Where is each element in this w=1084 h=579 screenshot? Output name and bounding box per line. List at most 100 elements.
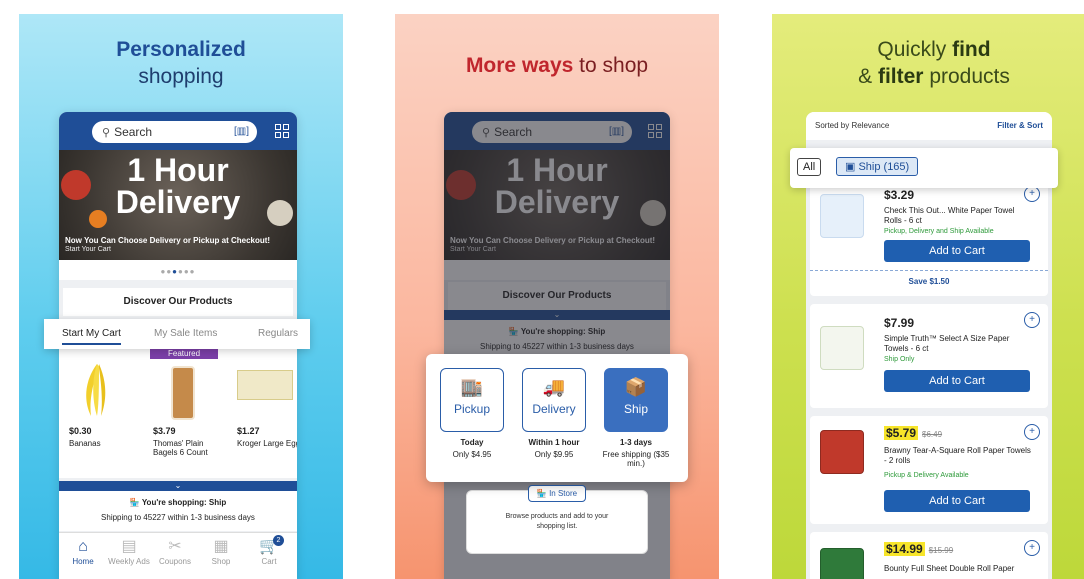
add-to-list-icon[interactable]: + (1024, 312, 1040, 328)
product-price: $3.79 (153, 426, 176, 436)
add-to-list-icon[interactable]: + (1024, 186, 1040, 202)
headline: Personalized shopping (19, 36, 343, 90)
filter-chip-all[interactable]: All (797, 158, 822, 176)
shipping-subtitle: Shipping to 45227 within 1-3 business da… (101, 513, 255, 522)
nav-label: Coupons (158, 557, 192, 566)
nav-label: Home (72, 557, 94, 566)
cart-icon: 🛒 (259, 538, 279, 555)
coupon-save[interactable]: Save $1.50 (810, 270, 1048, 286)
add-to-cart-button[interactable]: Add to Cart (884, 370, 1030, 392)
option-label: Pickup (453, 402, 491, 416)
pickup-icon: 🏬 (460, 377, 484, 397)
product-price: $1.27 (237, 426, 260, 436)
product-price: $5.79 (884, 426, 919, 440)
product-price: $7.99 (884, 316, 915, 330)
product-price: $0.30 (69, 426, 92, 436)
bottom-nav: ⌂ Home ▤ Weekly Ads ✂ Coupons ▦ Shop 🛒 2 Cart (59, 532, 297, 579)
banana-image[interactable] (77, 360, 117, 420)
hero-title-line1: 1 Hour (127, 152, 229, 188)
ship-option[interactable]: 📦 Ship (604, 368, 668, 432)
pickup-option[interactable]: 🏬 Pickup (440, 368, 504, 432)
headline-text: & (858, 65, 878, 88)
delivery-option[interactable]: 🚚 Delivery (522, 368, 586, 432)
product-card[interactable]: $14.99 $15.99 + Bounty Full Sheet Double … (810, 532, 1048, 579)
tab-my-sale-items[interactable]: My Sale Items (154, 328, 217, 339)
headline-rest: to shop (573, 54, 649, 77)
delivery-options-card: 🏬 Pickup 🚚 Delivery 📦 Ship Today Only $4.95 … (426, 354, 688, 482)
product-name: Simple Truth™ Select A Size Paper Towels… (884, 334, 1010, 353)
hero-banner[interactable]: 1 Hour Delivery Now You Can Choose Deliv… (59, 150, 297, 260)
product-name: Bananas (69, 439, 101, 448)
bagel-image[interactable] (171, 366, 195, 420)
hero-title: 1 Hour Delivery (59, 154, 297, 218)
product-card[interactable]: $3.29 + Check This Out... White Paper To… (810, 184, 1048, 296)
search-input[interactable]: ⚲Search [▥] (92, 121, 257, 143)
nav-home[interactable]: ⌂ Home (61, 537, 105, 566)
ship-box-icon: ▣ (845, 161, 859, 173)
add-to-list-icon[interactable]: + (1024, 540, 1040, 556)
tab-regulars[interactable]: Regulars (258, 328, 298, 339)
nav-cart[interactable]: 🛒 2 Cart (247, 535, 291, 566)
filter-chips-bar: All ▣ Ship (165) (790, 148, 1058, 188)
hero-cta[interactable]: Start Your Cart (65, 246, 111, 253)
eggs-image[interactable] (237, 370, 293, 400)
barcode-icon[interactable]: [▥] (234, 121, 249, 143)
product-card[interactable]: $0.30 Bananas (69, 426, 143, 448)
product-old-price: $15.99 (928, 546, 954, 555)
carousel-dots[interactable]: ●●●●●● (59, 267, 297, 276)
nav-coupons[interactable]: ✂ Coupons (153, 537, 197, 566)
headline: Quickly find & filter products (772, 36, 1084, 90)
availability: Pickup, Delivery and Ship Available (884, 228, 994, 235)
paper-towel-image (820, 326, 864, 370)
filter-sort-button[interactable]: Filter & Sort (997, 121, 1043, 130)
product-card[interactable]: $3.79 Thomas' Plain Bagels 6 Count (153, 426, 227, 457)
panel-personalized: Personalized shopping ⚲ Search [▥] 1 Hour… (19, 14, 343, 579)
product-card[interactable]: $7.99 + Simple Truth™ Select A Size Pape… (810, 304, 1048, 408)
filter-chip-ship[interactable]: ▣ Ship (165) (836, 157, 919, 176)
product-price: $3.29 (884, 188, 915, 202)
product-row: Featured $0.30 Bananas $3.79 Thomas' Pla… (59, 348, 297, 478)
discover-products[interactable]: Discover Our Products (63, 288, 293, 316)
headline-bold: Personalized (116, 38, 246, 61)
product-card[interactable]: $5.79 $6.49 + Brawny Tear-A-Square Roll P… (810, 416, 1048, 524)
bounty-image (820, 548, 864, 579)
delivery-truck-icon: 🚚 (542, 377, 566, 397)
option-when: 1-3 days (619, 438, 653, 447)
nav-label: Weekly Ads (108, 557, 150, 566)
product-name: Bounty Full Sheet Double Roll Paper (884, 564, 1015, 573)
add-to-cart-button[interactable]: Add to Cart (884, 240, 1030, 262)
cart-badge: 2 (273, 535, 284, 546)
hero-title-line2: Delivery (115, 184, 241, 220)
nav-label: Shop (211, 557, 231, 566)
in-store-label: In Store (549, 489, 578, 498)
product-name: Brawny Tear-A-Square Roll Paper Towels -… (884, 446, 1031, 465)
availability: Pickup & Delivery Available (884, 472, 969, 479)
shipping-title: You're shopping: Ship (141, 498, 227, 507)
product-name: Kroger Large Eggs (237, 439, 297, 448)
shipping-mode-box[interactable]: 🏪 You're shopping: Ship Shipping to 4522… (59, 491, 297, 531)
product-old-price: $6.49 (922, 430, 943, 439)
chevron-down-icon[interactable]: ⌄ (59, 481, 297, 491)
pickup-details: Today Only $4.95 (434, 438, 510, 459)
delivery-details: Within 1 hour Only $9.95 (516, 438, 592, 459)
add-to-list-icon[interactable]: + (1024, 424, 1040, 440)
product-card[interactable]: $1.27 Kroger Large Eggs (237, 426, 297, 448)
ship-box-icon: 📦 (624, 377, 648, 397)
headline-text: Quickly (877, 38, 953, 61)
top-bar: ⚲Search [▥] (59, 112, 297, 150)
tab-start-my-cart[interactable]: Start My Cart (62, 328, 121, 345)
availability: Ship Only (884, 356, 915, 363)
hero-subtitle: Now You Can Choose Delivery or Pickup at… (65, 236, 271, 245)
nav-shop[interactable]: ▦ Shop (199, 537, 243, 566)
in-store-card[interactable]: 🏪 In Store Browse products and add to yo… (466, 485, 648, 554)
headline-bold: find (952, 38, 991, 61)
sort-label[interactable]: Sorted by Relevance (815, 121, 889, 130)
in-store-button[interactable]: 🏪 In Store (527, 485, 587, 502)
nav-weekly-ads[interactable]: ▤ Weekly Ads (107, 537, 151, 566)
home-icon: ⌂ (78, 538, 88, 555)
add-to-cart-button[interactable]: Add to Cart (884, 490, 1030, 512)
headline-line1: Quickly find (772, 36, 1084, 63)
search-placeholder: Search (114, 125, 153, 139)
option-label: Ship (623, 402, 649, 416)
grid-menu-icon[interactable] (275, 124, 289, 138)
